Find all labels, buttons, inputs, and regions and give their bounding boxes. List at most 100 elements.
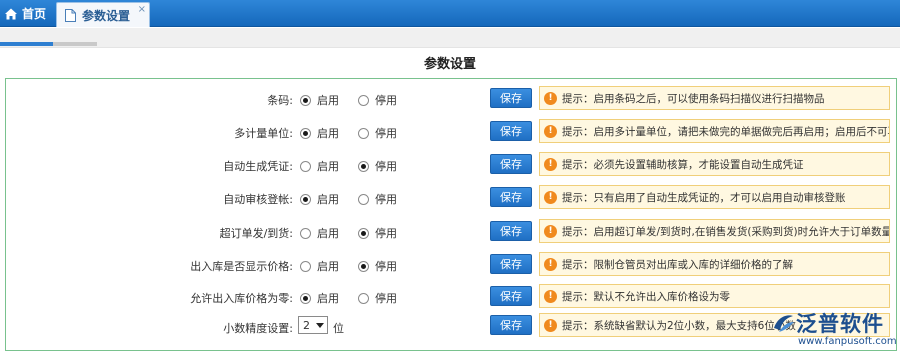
tab-home[interactable]: 首页: [0, 0, 54, 27]
save-button[interactable]: 保存: [490, 315, 532, 335]
disable-radio[interactable]: 停用: [358, 258, 397, 274]
decimal-precision-select[interactable]: 2: [298, 316, 328, 334]
setting-row-decimal: 小数精度设置: 2 位 保存 ! 提示：系统缺省默认为2位小数，最大支持6位小数: [6, 309, 896, 343]
disable-label: 停用: [375, 260, 397, 273]
disable-label: 停用: [375, 127, 397, 140]
tip-box: ! 提示：启用多计量单位，请把未做完的单据做完后再启用；启用后不可再: [539, 119, 890, 143]
tip-text: 提示：默认不允许出入库价格设为零: [562, 290, 730, 303]
tip-text: 提示：系统缺省默认为2位小数，最大支持6位小数: [562, 319, 796, 332]
radio-button[interactable]: [300, 260, 311, 272]
enable-label: 启用: [317, 292, 339, 305]
tip-box: ! 提示：系统缺省默认为2位小数，最大支持6位小数: [539, 313, 890, 337]
radio-button[interactable]: [358, 260, 369, 272]
enable-radio[interactable]: 启用: [300, 258, 339, 274]
setting-row: 出入库是否显示价格: 启用 停用 保存! 提示：限制仓管员对出库或入库的详细价格的了解: [6, 248, 896, 282]
tip-box: ! 提示：限制仓管员对出库或入库的详细价格的了解: [539, 252, 890, 276]
tip-box: ! 提示：启用条码之后，可以使用条码扫描仪进行扫描物品: [539, 86, 890, 110]
progress-track: [0, 42, 97, 46]
save-button[interactable]: 保存: [490, 121, 532, 141]
decimal-unit: 位: [333, 322, 344, 335]
radio-button[interactable]: [358, 94, 369, 106]
enable-radio[interactable]: 启用: [300, 290, 339, 306]
tab-close-icon[interactable]: ×: [138, 4, 146, 15]
enable-radio[interactable]: 启用: [300, 191, 339, 207]
tip-box: ! 提示：默认不允许出入库价格设为零: [539, 284, 890, 308]
setting-row: 多计量单位: 启用 停用 保存! 提示：启用多计量单位，请把未做完的单据做完后再启用；启…: [6, 115, 896, 149]
enable-label: 启用: [317, 260, 339, 273]
info-icon: !: [544, 289, 557, 303]
progress-fill: [0, 42, 54, 46]
tip-text: 提示：必须先设置辅助核算，才能设置自动生成凭证: [562, 158, 804, 171]
radio-button[interactable]: [358, 227, 369, 239]
radio-button[interactable]: [300, 160, 311, 172]
tip-text: 提示：限制仓管员对出库或入库的详细价格的了解: [562, 258, 793, 271]
disable-radio[interactable]: 停用: [358, 158, 397, 174]
setting-label: 自动审核登帐:: [223, 193, 293, 206]
tip-text: 提示：启用条码之后，可以使用条码扫描仪进行扫描物品: [562, 92, 825, 105]
info-icon: !: [544, 91, 557, 105]
save-button[interactable]: 保存: [490, 187, 532, 207]
page-title: 参数设置: [423, 57, 476, 72]
radio-button[interactable]: [300, 292, 311, 304]
radio-button[interactable]: [358, 127, 369, 139]
disable-label: 停用: [375, 94, 397, 107]
save-button[interactable]: 保存: [490, 154, 532, 174]
tip-text: 提示：启用多计量单位，请把未做完的单据做完后再启用；启用后不可再: [562, 125, 890, 138]
info-icon: !: [544, 257, 557, 271]
setting-label: 多计量单位:: [234, 127, 293, 140]
enable-radio[interactable]: 启用: [300, 125, 339, 141]
info-icon: !: [544, 318, 557, 332]
document-icon: [65, 8, 76, 22]
save-button[interactable]: 保存: [490, 221, 532, 241]
tip-box: ! 提示：必须先设置辅助核算，才能设置自动生成凭证: [539, 152, 890, 176]
info-icon: !: [544, 190, 557, 204]
enable-label: 启用: [317, 94, 339, 107]
disable-label: 停用: [375, 292, 397, 305]
disable-radio[interactable]: 停用: [358, 191, 397, 207]
setting-label: 条码:: [267, 94, 293, 107]
info-icon: !: [544, 224, 557, 238]
tab-parameter-settings-label: 参数设置: [82, 8, 131, 23]
radio-button[interactable]: [300, 193, 311, 205]
tip-text: 提示：启用超订单发/到货时,在销售发货(采购到货)时允许大于订单数量发: [562, 225, 890, 238]
radio-button[interactable]: [358, 160, 369, 172]
enable-radio[interactable]: 启用: [300, 225, 339, 241]
disable-radio[interactable]: 停用: [358, 125, 397, 141]
setting-label: 允许出入库价格为零:: [190, 292, 293, 305]
setting-label: 超订单发/到货:: [219, 227, 293, 240]
info-icon: !: [544, 124, 557, 138]
tip-box: ! 提示：只有启用了自动生成凭证的，才可以启用自动审核登账: [539, 185, 890, 209]
save-button[interactable]: 保存: [490, 254, 532, 274]
radio-button[interactable]: [358, 193, 369, 205]
tab-parameter-settings[interactable]: 参数设置 ×: [56, 2, 150, 27]
tip-text: 提示：只有启用了自动生成凭证的，才可以启用自动审核登账: [562, 191, 846, 204]
disable-label: 停用: [375, 160, 397, 173]
disable-label: 停用: [375, 227, 397, 240]
enable-label: 启用: [317, 193, 339, 206]
setting-row: 超订单发/到货: 启用 停用 保存! 提示：启用超订单发/到货时,在销售发货(采购到货)…: [6, 215, 896, 249]
enable-radio[interactable]: 启用: [300, 92, 339, 108]
chevron-down-icon: [316, 323, 324, 328]
enable-label: 启用: [317, 160, 339, 173]
radio-button[interactable]: [300, 227, 311, 239]
radio-button[interactable]: [358, 292, 369, 304]
radio-button[interactable]: [300, 127, 311, 139]
setting-row: 允许出入库价格为零: 启用 停用 保存! 提示：默认不允许出入库价格设为零: [6, 280, 896, 314]
setting-row: 自动生成凭证: 启用 停用 保存! 提示：必须先设置辅助核算，才能设置自动生成凭证: [6, 148, 896, 182]
setting-row: 条码: 启用 停用 保存! 提示：启用条码之后，可以使用条码扫描仪进行扫描物品: [6, 82, 896, 116]
settings-panel: 小数精度设置: 2 位 保存 ! 提示：系统缺省默认为2位小数，最大支持6位小数…: [5, 78, 897, 351]
disable-radio[interactable]: 停用: [358, 290, 397, 306]
info-icon: !: [544, 157, 557, 171]
save-button[interactable]: 保存: [490, 286, 532, 306]
save-button[interactable]: 保存: [490, 88, 532, 108]
setting-label: 出入库是否显示价格:: [190, 260, 293, 273]
tab-home-label: 首页: [22, 7, 47, 21]
enable-radio[interactable]: 启用: [300, 158, 339, 174]
disable-radio[interactable]: 停用: [358, 225, 397, 241]
enable-label: 启用: [317, 227, 339, 240]
setting-row: 自动审核登帐: 启用 停用 保存! 提示：只有启用了自动生成凭证的，才可以启用自动审核登…: [6, 181, 896, 215]
disable-radio[interactable]: 停用: [358, 92, 397, 108]
radio-button[interactable]: [300, 94, 311, 106]
disable-label: 停用: [375, 193, 397, 206]
tip-box: ! 提示：启用超订单发/到货时,在销售发货(采购到货)时允许大于订单数量发: [539, 219, 890, 243]
